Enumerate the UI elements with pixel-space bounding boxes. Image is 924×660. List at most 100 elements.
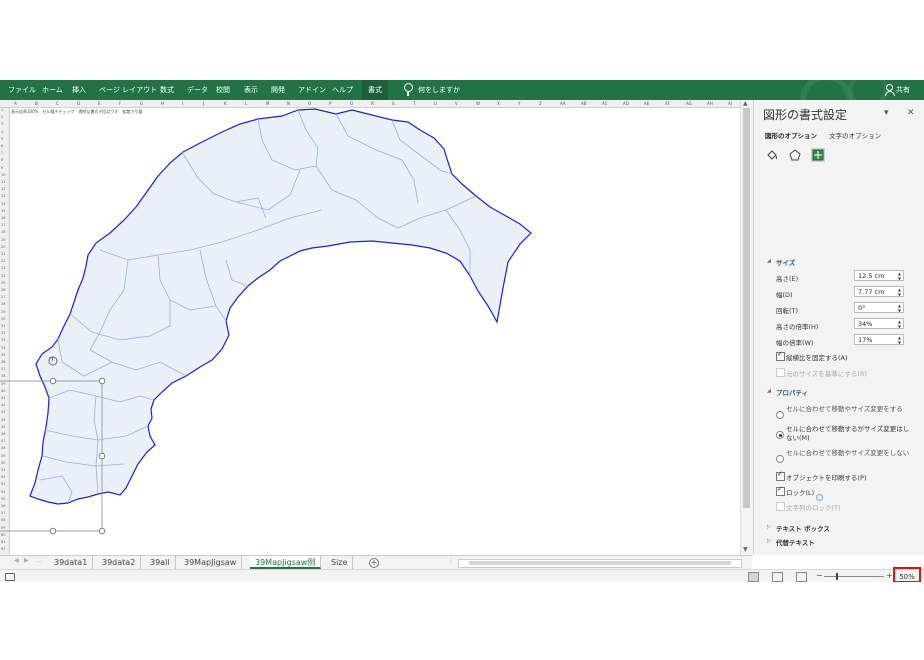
print-object-label[interactable]: オブジェクトを印刷する(P) (786, 472, 867, 482)
rotation-label: 回転(T) (776, 307, 799, 315)
sheet-tab-39mapjigsaw[interactable]: 39MapJigsaw (179, 556, 243, 569)
map-outline[interactable] (29, 108, 532, 505)
lock-label[interactable]: ロック(L) (786, 487, 814, 497)
format-shape-pane: 図形の書式設定 ▾ ✕ 図形のオプション 文字のオプション ◢ サイズ 高さ(E… (753, 100, 924, 555)
worksheet-grid[interactable]: A B C D E F G H I J K L M N O P Q R S T U V W X Y Z AA AB AC AD AE AF AG… (0, 100, 740, 555)
zoom-slider[interactable] (824, 576, 884, 577)
page-break-view-icon[interactable] (796, 572, 807, 582)
width-input[interactable]: 7.77 cm ▲ ▼ (854, 286, 904, 297)
spin-arrows-icon[interactable]: ▲ ▼ (898, 335, 901, 345)
lock-text-label: 文字列のロック(T) (786, 504, 841, 512)
sheet-tab-39data1[interactable]: 39data1 (49, 556, 94, 569)
scale-width-input[interactable]: 17% ▲ ▼ (854, 334, 904, 345)
lock-aspect-label[interactable]: 縦横比を固定する(A) (786, 352, 848, 362)
section-size[interactable]: サイズ (776, 257, 795, 267)
pane-options-chevron-icon[interactable]: ▾ (884, 108, 889, 118)
zoom-level[interactable]: 50% (893, 567, 921, 582)
lightbulb-icon[interactable] (404, 83, 413, 96)
collapse-properties-icon[interactable]: ◢ (767, 388, 771, 394)
sheet-tab-size[interactable]: Size (326, 556, 354, 569)
sheet-tab-39mapjigsaw-example[interactable]: 39MapJigsaw例 (250, 556, 322, 569)
spin-arrows-icon[interactable]: ▲ ▼ (898, 303, 901, 313)
section-textbox[interactable]: テキスト ボックス (776, 523, 830, 533)
spin-arrows-icon[interactable]: ▲ ▼ (898, 287, 901, 297)
tab-formulas[interactable]: 数式 (160, 80, 174, 100)
tab-page-layout[interactable]: ページ レイアウト (99, 80, 157, 100)
rotation-value: 0° (858, 304, 866, 312)
move-size-radio[interactable] (776, 411, 784, 419)
expand-textbox-icon[interactable]: ▷ (767, 524, 771, 530)
move-nosize-label[interactable]: セルに合わせて移動するがサイズ変更はしない(M) (786, 425, 911, 443)
tab-format[interactable]: 書式 (362, 80, 388, 100)
scroll-thumb[interactable] (743, 108, 750, 508)
zoom-out-icon[interactable]: − (816, 571, 823, 580)
tab-shape-options[interactable]: 図形のオプション (765, 132, 817, 140)
macro-record-icon[interactable] (5, 573, 15, 581)
spin-arrows-icon[interactable]: ▲ ▼ (898, 271, 901, 281)
tell-me-box[interactable]: 何をしますか (418, 80, 460, 100)
spin-arrows-icon[interactable]: ▲ ▼ (898, 319, 901, 329)
zoom-slider-knob[interactable] (836, 573, 838, 580)
width-value: 7.77 cm (858, 288, 885, 296)
relative-original-checkbox (776, 368, 785, 377)
tab-home[interactable]: ホーム (42, 80, 63, 100)
height-input[interactable]: 12.5 cm ▲ ▼ (854, 270, 904, 281)
vertical-scrollbar[interactable]: ▲ ▼ (740, 100, 753, 555)
sheet-tab-39all[interactable]: 39all (145, 556, 176, 569)
more-sheets-icon[interactable]: … (36, 557, 42, 564)
lock-checkbox[interactable] (776, 485, 785, 496)
share-button[interactable]: 共有 (896, 80, 910, 100)
next-sheet-icon[interactable]: ▶ (24, 557, 29, 564)
section-properties[interactable]: プロパティ (776, 387, 808, 397)
scale-width-label: 幅の倍率(W) (776, 339, 814, 347)
section-alt-text[interactable]: 代替テキスト (776, 537, 815, 547)
tab-file[interactable]: ファイル (8, 80, 36, 100)
width-label: 幅(D) (776, 291, 793, 299)
effects-icon[interactable] (788, 148, 802, 162)
sheet-tabs-bar: ◀ ▶ … 39data1 39data2 39all 39MapJigsaw … (0, 555, 752, 570)
fill-line-icon[interactable] (765, 148, 779, 162)
split-handle-icon[interactable]: ⋮ (448, 557, 454, 564)
info-icon (816, 494, 823, 501)
scroll-up-icon[interactable]: ▲ (743, 101, 748, 107)
close-icon[interactable]: ✕ (907, 108, 915, 118)
height-value: 12.5 cm (858, 272, 885, 280)
person-icon[interactable] (885, 84, 895, 96)
rotation-input[interactable]: 0° ▲ ▼ (854, 302, 904, 313)
relative-original-label: 元のサイズを基準にする(R) (786, 370, 867, 378)
sheet-tab-39data2[interactable]: 39data2 (97, 556, 142, 569)
size-properties-icon[interactable] (811, 148, 825, 162)
tab-addins[interactable]: アドイン (298, 80, 326, 100)
tab-text-options[interactable]: 文字のオプション (829, 132, 881, 140)
scroll-down-icon[interactable]: ▼ (743, 547, 748, 553)
horizontal-scrollbar[interactable] (458, 559, 742, 568)
scale-height-value: 34% (858, 320, 873, 328)
kochi-map-shape[interactable] (0, 100, 740, 555)
scale-width-value: 17% (858, 336, 873, 344)
tab-help[interactable]: ヘルプ (332, 80, 353, 100)
prev-sheet-icon[interactable]: ◀ (14, 557, 19, 564)
hscroll-thumb[interactable] (469, 561, 731, 565)
move-nosize-radio[interactable] (776, 431, 784, 439)
page-layout-view-icon[interactable] (772, 572, 783, 582)
add-sheet-icon[interactable]: + (369, 558, 379, 568)
move-size-label[interactable]: セルに合わせて移動やサイズ変更をする(S) (786, 405, 911, 414)
height-label: 高さ(E) (776, 275, 799, 283)
expand-alt-text-icon[interactable]: ▷ (767, 538, 771, 544)
print-object-checkbox[interactable] (776, 470, 785, 481)
tab-data[interactable]: データ (187, 80, 208, 100)
lock-aspect-checkbox[interactable] (776, 350, 785, 361)
pane-subtabs: 図形のオプション 文字のオプション (765, 130, 881, 140)
tab-insert[interactable]: 挿入 (72, 80, 86, 100)
zoom-in-icon[interactable]: + (886, 571, 893, 580)
normal-view-icon[interactable] (748, 572, 759, 582)
no-move-radio[interactable] (776, 455, 784, 463)
tab-view[interactable]: 表示 (244, 80, 258, 100)
scale-height-input[interactable]: 34% ▲ ▼ (854, 318, 904, 329)
tab-review[interactable]: 校閲 (216, 80, 230, 100)
tab-developer[interactable]: 開発 (271, 80, 285, 100)
scale-height-label: 高さの倍率(H) (776, 323, 819, 331)
collapse-size-icon[interactable]: ◢ (767, 258, 771, 264)
no-move-label[interactable]: セルに合わせて移動やサイズ変更をしない(D) (786, 449, 911, 458)
status-bar: − + 50% (0, 567, 924, 582)
